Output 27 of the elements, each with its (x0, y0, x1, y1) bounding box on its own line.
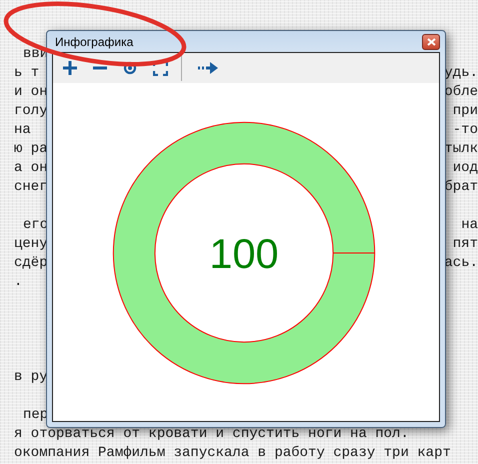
document-text: тылк (444, 140, 478, 159)
document-text: на (461, 216, 478, 235)
document-text: обле (444, 83, 478, 102)
document-text: удь. (444, 64, 478, 83)
document-text: на (14, 121, 31, 140)
close-button[interactable] (422, 34, 440, 50)
document-text: . (14, 273, 22, 292)
document-text: ь т (14, 64, 40, 83)
document-text: ю ра (14, 140, 48, 159)
document-text: цену (14, 235, 48, 254)
document-text: сдёр (14, 254, 48, 273)
document-text: голу (14, 102, 48, 121)
document-text: в ру (14, 368, 48, 387)
document-text: при (452, 102, 478, 121)
zoom-in-button[interactable] (61, 58, 79, 78)
document-text: -то (452, 121, 478, 140)
document-text: снег (14, 178, 48, 197)
document-text: я оторваться от кровати и спустить ноги на пол. (14, 425, 409, 444)
window-title: Инфографика (54, 34, 134, 48)
document-text: иод (452, 159, 478, 178)
close-icon (426, 38, 436, 46)
document-text: ась. (444, 254, 478, 273)
gauge-value: 100 (209, 230, 279, 277)
gauge-marker (332, 252, 376, 254)
document-text: брат (444, 178, 478, 197)
document-text: окомпания Рамфильм запускала в работу сразу три карт (14, 444, 451, 463)
document-text: пят (452, 235, 478, 254)
